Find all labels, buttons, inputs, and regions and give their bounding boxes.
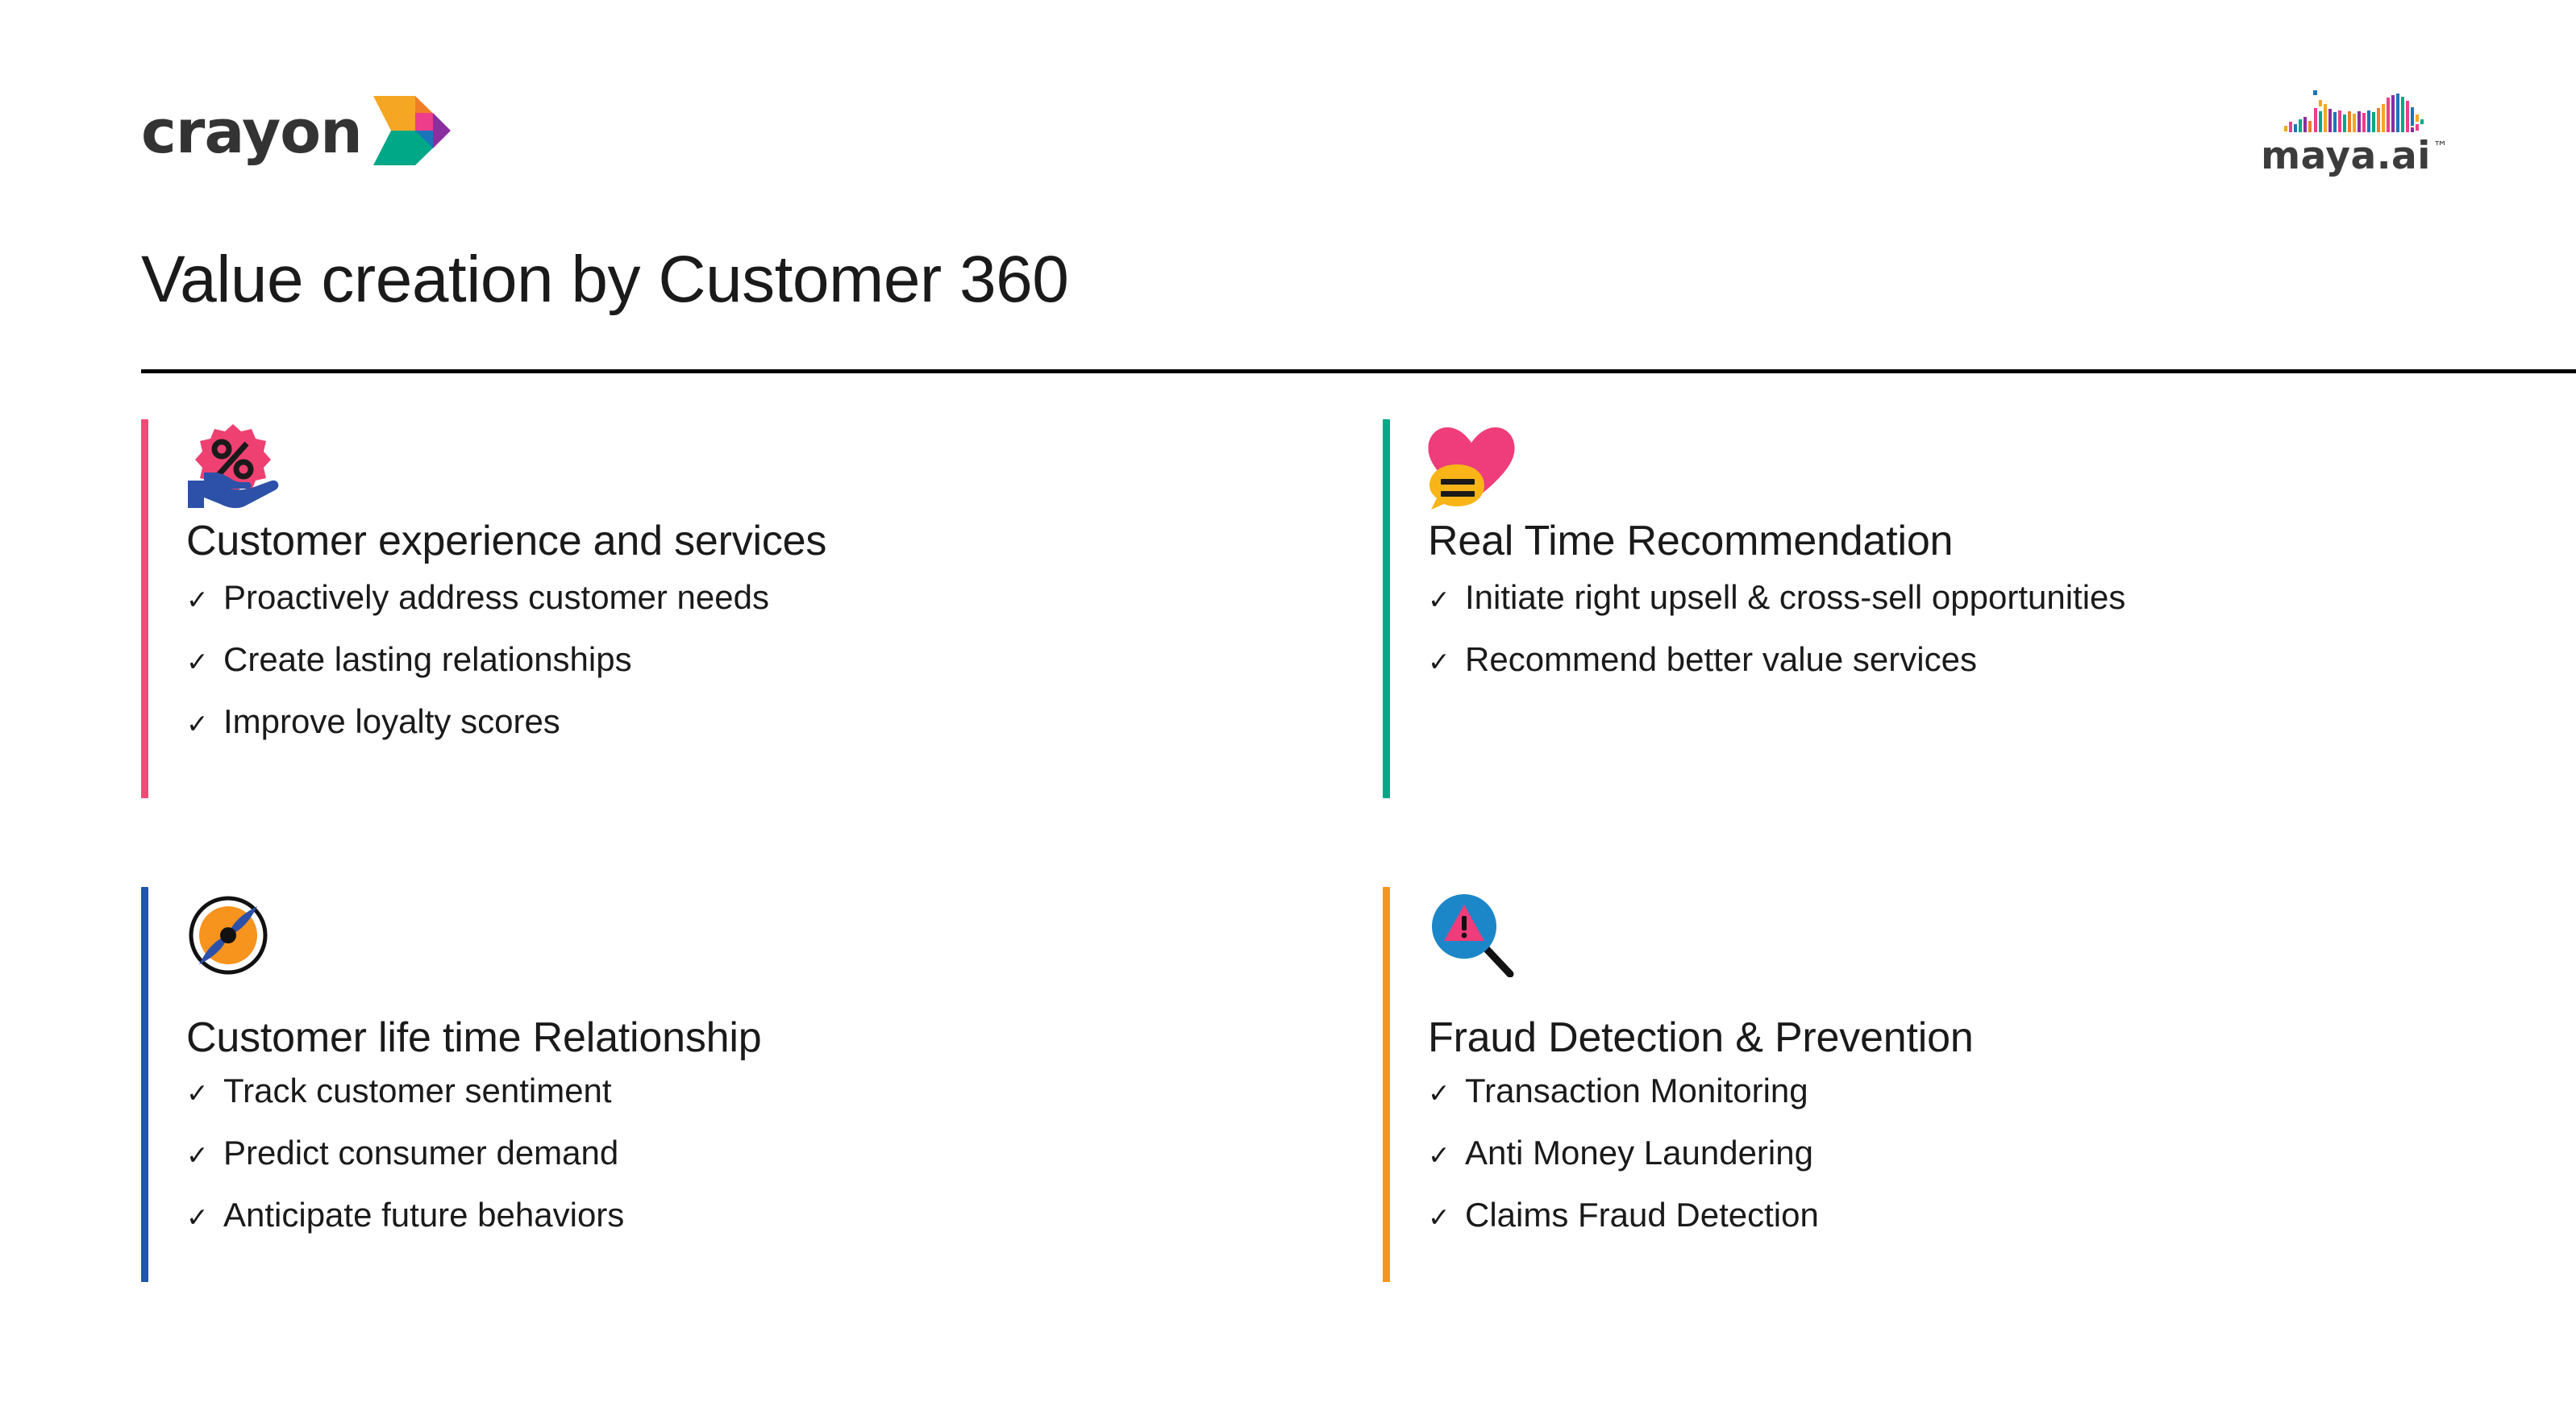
heart-chat-bubble-icon (1428, 419, 2125, 510)
page-title: Value creation by Customer 360 (141, 243, 1069, 316)
check-icon: ✓ (1428, 1139, 1450, 1170)
check-icon: ✓ (1428, 1201, 1450, 1232)
card-fraud-detection-and-prevention[interactable]: Fraud Detection & Prevention ✓ Transacti… (1383, 887, 1974, 1282)
maya-trademark: ™ (2432, 139, 2448, 156)
list-item: ✓ Recommend better value services (1428, 639, 2125, 678)
list-item: ✓ Initiate right upsell & cross-sell opp… (1428, 577, 2126, 616)
card-bullet-list: ✓ Proactively address customer needs ✓ C… (186, 577, 826, 740)
list-item-label: Predict consumer demand (223, 1133, 619, 1172)
check-icon: ✓ (186, 1201, 209, 1232)
maya-ai-logo[interactable]: maya.ai ™ (2261, 84, 2448, 179)
card-heading: Customer experience and services (186, 518, 827, 564)
card-customer-experience-and-services[interactable]: Customer experience and services ✓ Proac… (141, 419, 827, 798)
card-real-time-recommendation[interactable]: Real Time Recommendation ✓ Initiate righ… (1383, 419, 2126, 798)
list-item-label: Initiate right upsell & cross-sell oppor… (1465, 577, 2126, 616)
compass-icon (186, 887, 761, 977)
list-item-label: Track customer sentiment (223, 1071, 612, 1109)
card-accent-bar (141, 419, 148, 798)
list-item-label: Proactively address customer needs (223, 577, 769, 616)
check-icon: ✓ (1428, 646, 1450, 676)
list-item-label: Create lasting relationships (223, 639, 632, 678)
list-item: ✓ Transaction Monitoring (1428, 1071, 1974, 1109)
list-item: ✓ Proactively address customer needs (186, 577, 826, 616)
crayon-logo[interactable]: crayon (141, 95, 451, 167)
magnifier-warning-icon (1428, 887, 1974, 977)
list-item-label: Improve loyalty scores (223, 701, 560, 740)
maya-waveform-icon (2262, 84, 2447, 135)
list-item: ✓ Create lasting relationships (186, 639, 826, 678)
list-item: ✓ Anti Money Laundering (1428, 1133, 1974, 1172)
card-heading: Real Time Recommendation (1428, 518, 1954, 564)
card-bullet-list: ✓ Initiate right upsell & cross-sell opp… (1428, 577, 2126, 678)
list-item: ✓ Claims Fraud Detection (1428, 1195, 1974, 1234)
card-bullet-list: ✓ Track customer sentiment ✓ Predict con… (186, 1071, 761, 1234)
check-icon: ✓ (186, 1077, 209, 1108)
value-cards-grid: Customer experience and services ✓ Proac… (0, 419, 2576, 1387)
crayon-wordmark: crayon (141, 98, 363, 167)
card-accent-bar (141, 887, 148, 1282)
card-accent-bar (1383, 419, 1390, 798)
check-icon: ✓ (186, 708, 209, 739)
card-customer-life-time-relationship[interactable]: Customer life time Relationship ✓ Track … (141, 887, 762, 1282)
discount-in-hand-icon (186, 419, 826, 510)
card-accent-bar (1383, 887, 1390, 1282)
check-icon: ✓ (1428, 1077, 1450, 1108)
check-icon: ✓ (186, 1139, 209, 1170)
card-bullet-list: ✓ Transaction Monitoring ✓ Anti Money La… (1428, 1071, 1974, 1234)
list-item-label: Recommend better value services (1465, 639, 1977, 678)
list-item-label: Transaction Monitoring (1465, 1071, 1808, 1109)
check-icon: ✓ (186, 646, 209, 676)
list-item: ✓ Improve loyalty scores (186, 701, 826, 740)
list-item: ✓ Track customer sentiment (186, 1071, 761, 1109)
card-heading: Fraud Detection & Prevention (1428, 1014, 1974, 1061)
check-icon: ✓ (1428, 584, 1450, 614)
list-item-label: Anti Money Laundering (1465, 1133, 1813, 1172)
list-item: ✓ Anticipate future behaviors (186, 1195, 761, 1234)
slide-header: crayon maya.ai ™ (0, 0, 2576, 202)
card-heading: Customer life time Relationship (186, 1014, 762, 1061)
crayon-arrow-icon (372, 95, 451, 169)
title-divider (141, 369, 2576, 373)
check-icon: ✓ (186, 584, 209, 614)
maya-wordmark: maya.ai (2261, 134, 2431, 178)
list-item-label: Anticipate future behaviors (223, 1195, 625, 1234)
list-item: ✓ Predict consumer demand (186, 1133, 761, 1172)
list-item-label: Claims Fraud Detection (1465, 1195, 1819, 1234)
